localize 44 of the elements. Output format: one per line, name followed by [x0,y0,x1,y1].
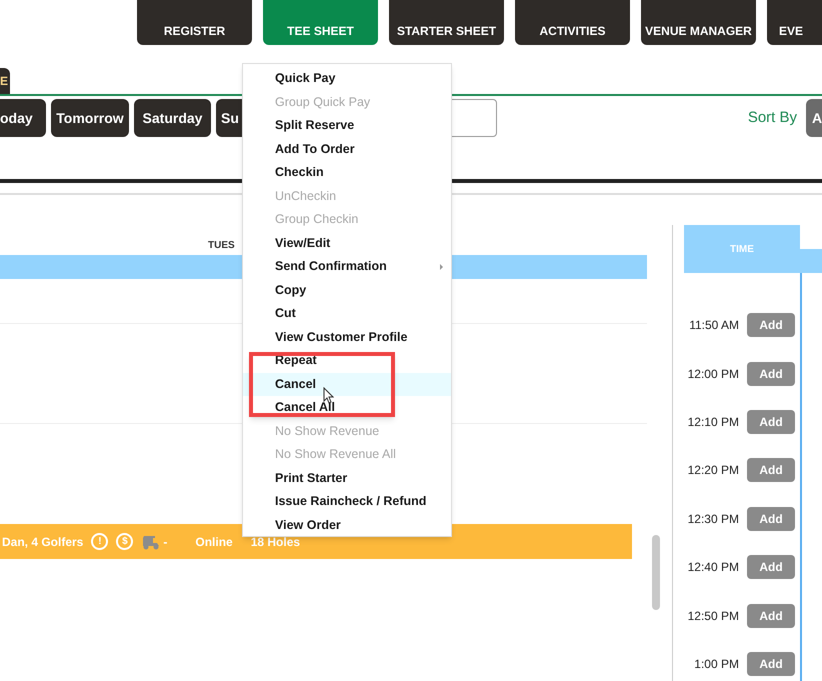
tee-time: 11:50 AM [688,317,740,334]
time-header: TIME [684,225,800,273]
menu-item[interactable]: Send Confirmation [243,255,451,278]
cursor-icon [323,387,334,404]
tee-time: 1:00 PM [693,656,740,673]
tee-time: 12:30 PM [686,510,740,528]
date-button[interactable]: Saturday [134,99,211,137]
alert-icon: ! [91,533,108,550]
date-button[interactable]: oday [0,99,46,137]
sort-label: Sort By [748,108,797,128]
sort-button[interactable]: A [806,99,822,137]
tab[interactable]: E [0,68,10,94]
golf-cart-icon [141,534,162,550]
nav-button[interactable]: TEE SHEET [263,0,378,45]
menu-item[interactable]: Cut [243,302,451,326]
booking-source: Online [195,534,233,550]
menu-item[interactable]: Issue Raincheck / Refund [243,490,451,514]
menu-item[interactable]: View Customer Profile [243,326,451,349]
scrollbar-thumb[interactable] [652,535,660,610]
nav-button[interactable]: EVE [767,0,822,45]
nav-button[interactable]: REGISTER [137,0,252,45]
menu-item[interactable]: Cancel [243,372,451,396]
menu-item[interactable]: Quick Pay [243,67,451,90]
tee-time: 12:00 PM [686,366,740,383]
nav-button[interactable]: STARTER SHEET [389,0,504,45]
tee-time: 12:10 PM [686,414,740,431]
header-band [800,249,822,273]
menu-item[interactable]: Checkin [243,161,451,184]
menu-item[interactable]: Add To Order [243,138,451,161]
dollar-icon: $ [116,533,134,550]
cart-status: - [163,534,168,550]
tee-time: 12:50 PM [686,608,740,625]
menu-item[interactable]: Repeat [243,349,451,372]
menu-item[interactable]: Cancel All [243,396,451,420]
tee-time: 12:20 PM [686,462,740,480]
nav-button[interactable]: ACTIVITIES [515,0,630,45]
golfer-name: Dan, 4 Golfers [2,534,84,550]
menu-item[interactable]: Copy [243,278,451,302]
day-header: TUES [208,239,235,253]
tee-time: 12:40 PM [686,559,740,576]
menu-item[interactable]: View/Edit [243,232,451,255]
nav-button[interactable]: VENUE MANAGER [641,0,756,45]
menu-item[interactable]: Print Starter [243,466,451,490]
date-button[interactable]: Tomorrow [51,99,129,137]
